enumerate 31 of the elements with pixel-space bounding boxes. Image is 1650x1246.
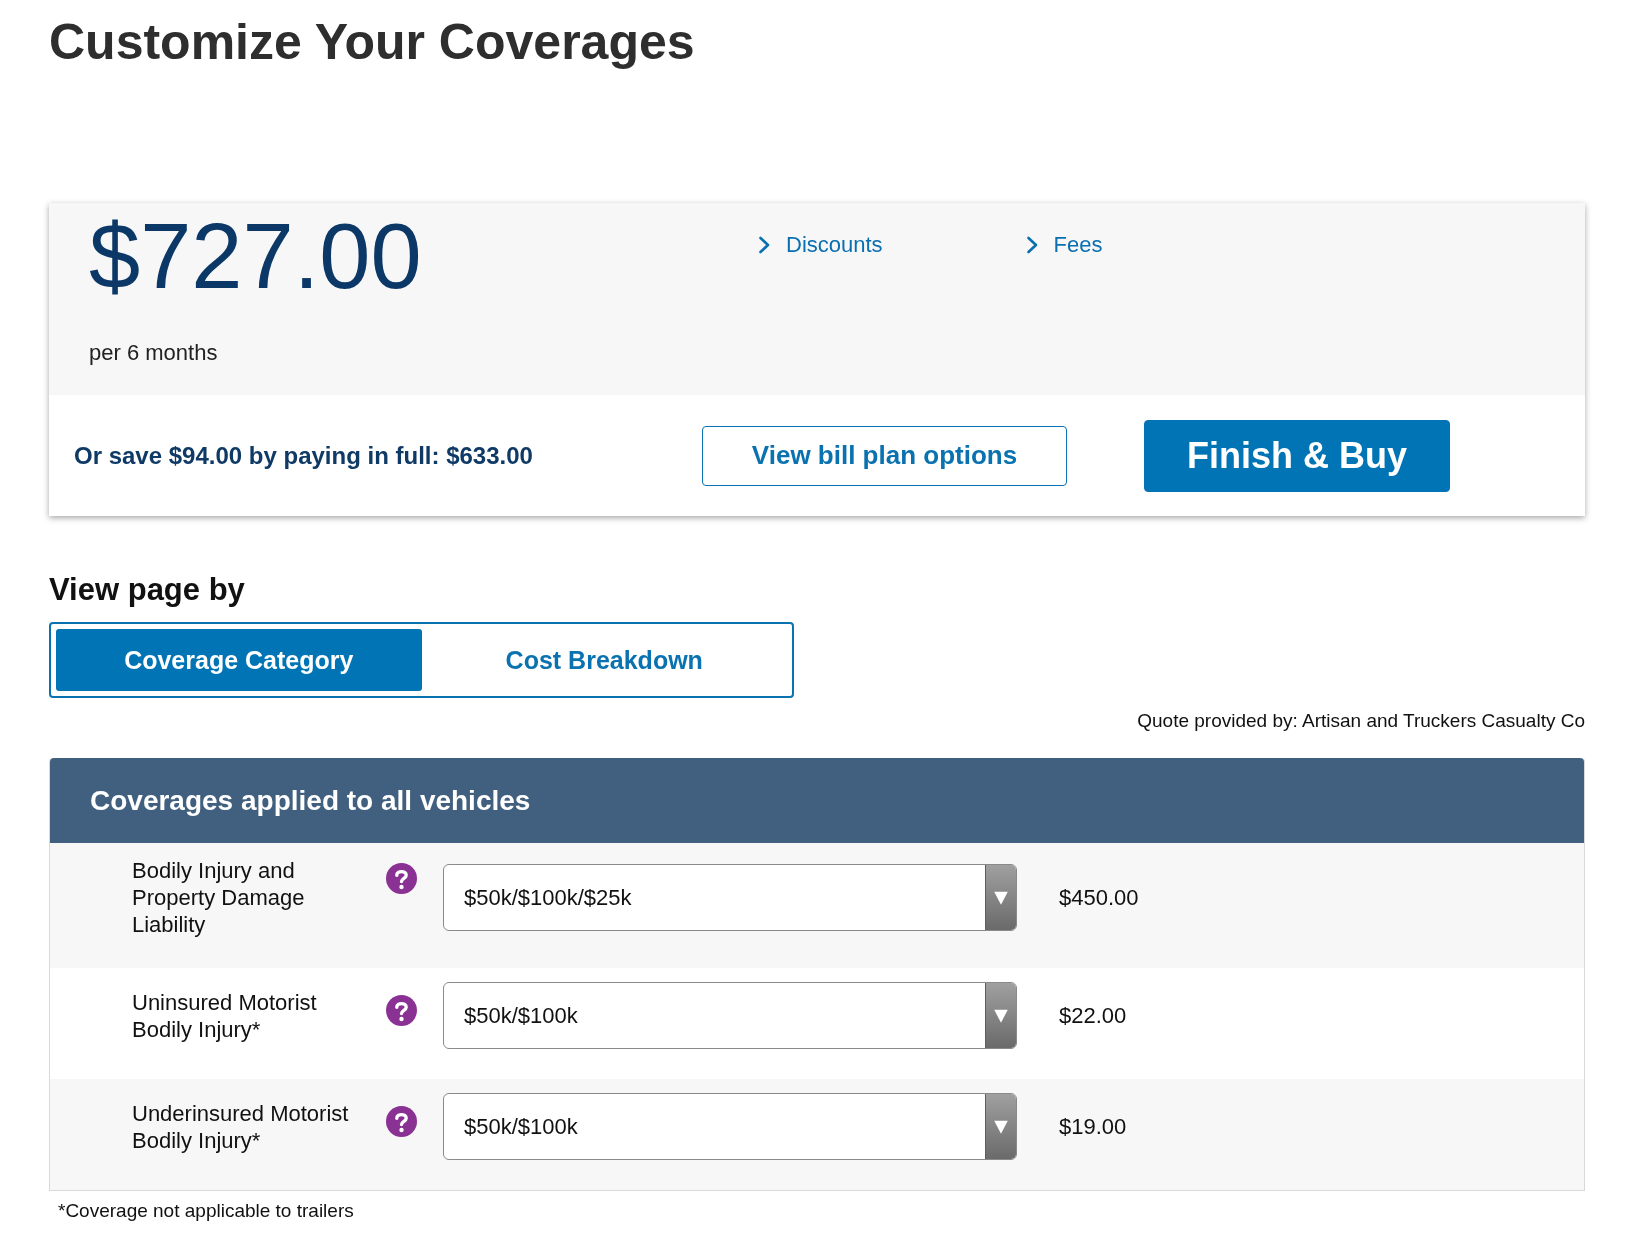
price-amount: $727.00 <box>89 210 423 302</box>
caret-icon <box>985 865 1016 930</box>
coverage-label: Underinsured Motorist Bodily Injury* <box>132 1099 350 1154</box>
help-icon[interactable] <box>386 863 417 894</box>
buy-button[interactable]: Finish & Buy <box>1144 419 1450 492</box>
toggle-option[interactable]: Coverage Category <box>56 629 422 691</box>
quote-provider-text: Quote provided by: Artisan and Truckers Casualty Co <box>1136 709 1585 732</box>
premium-amount: $450.00 <box>1059 884 1139 912</box>
chevron-icon <box>758 236 770 254</box>
caret-icon <box>985 1094 1016 1159</box>
dropdown-select[interactable]: $50k/$100k <box>443 982 1017 1049</box>
bill-plan-button[interactable]: View bill plan options <box>702 425 1067 486</box>
page-title: Customize Your Coverages <box>49 13 696 72</box>
panel-title: Coverages applied to all vehicles <box>90 783 531 818</box>
section-heading: View page by <box>49 571 246 608</box>
chevron-link[interactable]: Fees <box>1025 232 1103 258</box>
help-icon[interactable] <box>386 1105 417 1137</box>
price-term: per 6 months <box>89 340 219 366</box>
dropdown-select[interactable]: $50k/$100k/$25k <box>443 864 1017 931</box>
chevron-link[interactable]: Discounts <box>758 232 883 258</box>
chevron-icon <box>1025 236 1038 254</box>
pay-in-full-text: Or save $94.00 by paying in full: $633.00 <box>74 440 534 471</box>
footnote-text: *Coverage not applicable to trailers <box>58 1199 355 1222</box>
premium-amount: $22.00 <box>1059 1002 1127 1030</box>
help-icon[interactable] <box>386 994 417 1026</box>
premium-amount: $19.00 <box>1059 1113 1127 1141</box>
dropdown-select[interactable]: $50k/$100k <box>443 1093 1017 1160</box>
toggle-option[interactable]: Cost Breakdown <box>421 629 787 691</box>
coverage-label: Bodily Injury and Property Damage Liability <box>132 857 306 938</box>
coverage-label: Uninsured Motorist Bodily Injury* <box>132 988 318 1043</box>
caret-icon <box>985 983 1016 1048</box>
